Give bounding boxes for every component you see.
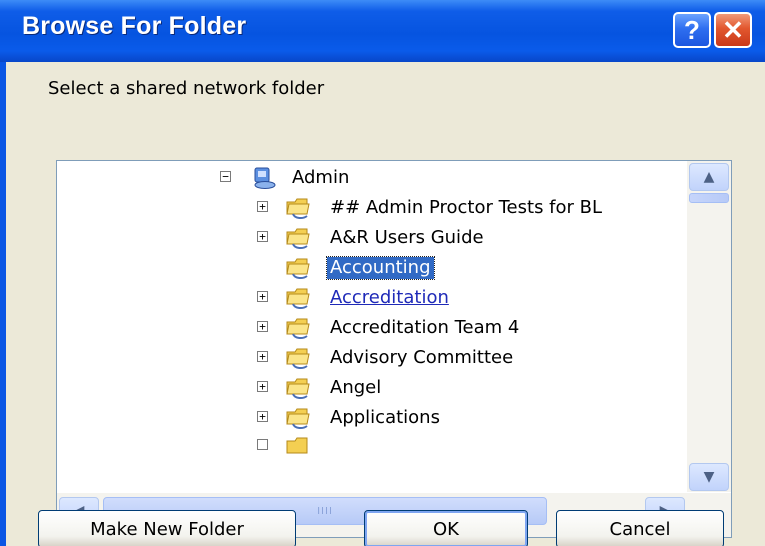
expand-icon[interactable]: + <box>257 201 268 212</box>
grip-icon: IIII <box>317 505 333 517</box>
tree-item-label: A&R Users Guide <box>330 227 484 248</box>
ok-button[interactable]: OK <box>364 510 528 546</box>
scroll-down-button[interactable]: ▼ <box>689 463 729 491</box>
shared-folder-icon <box>286 198 310 220</box>
tree-item-label: Applications <box>330 407 440 428</box>
tree-item-label: Accreditation Team 4 <box>330 317 520 338</box>
folder-tree[interactable]: − Admin + ## Admin Proctor Tests for BL … <box>56 160 732 538</box>
make-new-folder-button[interactable]: Make New Folder <box>38 510 296 546</box>
tree-item-label: ## Admin Proctor Tests for BL <box>330 197 603 218</box>
title-bar[interactable]: Browse For Folder ? ✕ <box>0 0 765 62</box>
help-icon: ? <box>684 14 700 45</box>
collapse-icon[interactable]: − <box>220 171 231 182</box>
expand-icon[interactable]: + <box>257 291 268 302</box>
expand-icon[interactable] <box>257 439 268 450</box>
shared-folder-icon <box>286 228 310 250</box>
cancel-button[interactable]: Cancel <box>556 510 724 546</box>
chevron-down-icon: ▼ <box>703 469 715 485</box>
vertical-scroll-thumb[interactable] <box>689 193 729 203</box>
shared-folder-icon <box>286 288 310 310</box>
expand-icon[interactable]: + <box>257 381 268 392</box>
shared-folder-icon <box>286 318 310 340</box>
tree-item-label: Angel <box>330 377 382 398</box>
shared-folder-icon <box>286 258 310 280</box>
shared-folder-icon <box>286 437 308 454</box>
network-computer-icon <box>254 167 276 189</box>
tree-rows: − Admin + ## Admin Proctor Tests for BL … <box>57 161 687 493</box>
expand-icon[interactable]: + <box>257 351 268 362</box>
tree-item-label: Advisory Committee <box>330 347 514 368</box>
close-button[interactable]: ✕ <box>714 12 752 48</box>
expand-icon[interactable]: + <box>257 231 268 242</box>
tree-label-admin: Admin <box>292 167 350 188</box>
shared-folder-icon <box>286 348 310 370</box>
tree-row-partial[interactable] <box>57 433 687 463</box>
close-icon: ✕ <box>722 14 744 45</box>
expand-icon[interactable]: + <box>257 411 268 422</box>
tree-item-label-hover: Accreditation <box>330 287 449 308</box>
tree-item-label-selected: Accounting <box>326 256 435 280</box>
tree-row[interactable]: + ## Admin Proctor Tests for BL <box>57 193 687 223</box>
expand-icon[interactable]: + <box>257 321 268 332</box>
instruction-text: Select a shared network folder <box>48 78 325 99</box>
tree-row[interactable]: + Angel <box>57 373 687 403</box>
tree-row[interactable]: + Advisory Committee <box>57 343 687 373</box>
scroll-up-button[interactable]: ▲ <box>689 163 729 191</box>
shared-folder-icon <box>286 408 310 430</box>
tree-row[interactable]: + Accreditation <box>57 283 687 313</box>
vertical-scrollbar[interactable]: ▲ ▼ <box>686 161 731 493</box>
shared-folder-icon <box>286 378 310 400</box>
chevron-up-icon: ▲ <box>703 169 715 185</box>
tree-row-admin[interactable]: − Admin <box>57 163 687 193</box>
tree-row[interactable]: + Applications <box>57 403 687 433</box>
tree-row[interactable]: + Accreditation Team 4 <box>57 313 687 343</box>
help-button[interactable]: ? <box>673 12 711 48</box>
window-title: Browse For Folder <box>22 12 247 40</box>
browse-for-folder-dialog: Browse For Folder ? ✕ Select a shared ne… <box>0 0 765 546</box>
tree-row[interactable]: Accounting <box>57 253 687 283</box>
tree-row[interactable]: + A&R Users Guide <box>57 223 687 253</box>
dialog-body: Select a shared network folder − Admin + <box>6 62 765 546</box>
